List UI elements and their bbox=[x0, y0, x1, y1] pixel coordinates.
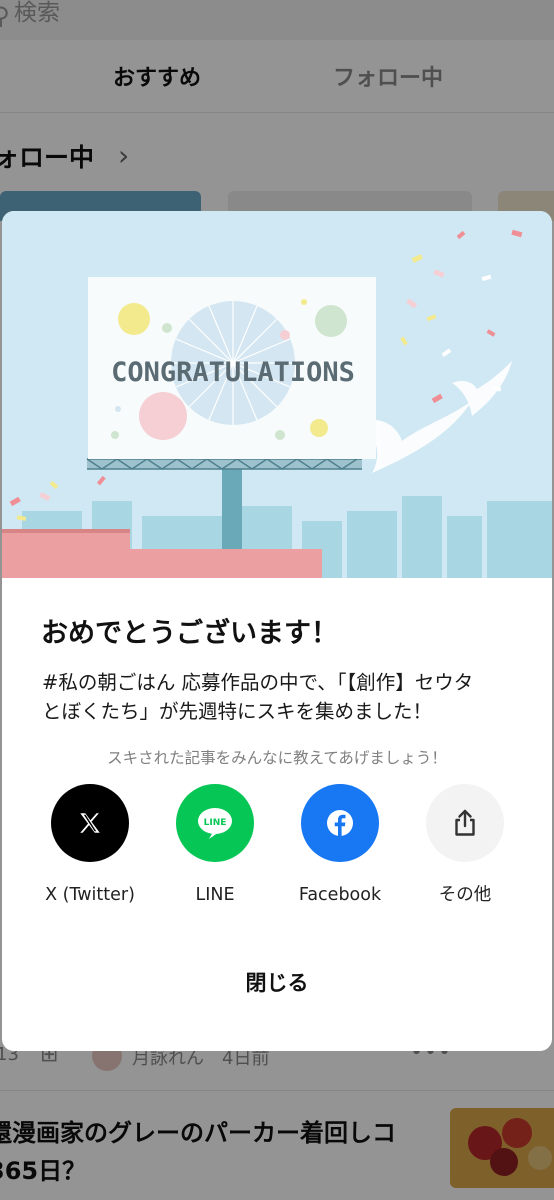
billboard-text: CONGRATULATIONS bbox=[111, 357, 355, 388]
share-icon bbox=[455, 809, 475, 836]
line-logo-icon: LINE bbox=[198, 808, 232, 839]
close-button[interactable]: 閉じる bbox=[177, 961, 377, 1005]
congratulations-modal: CONGRATULATIONS おめでとうございます！ #私の朝ごはん 応募作品… bbox=[2, 211, 552, 1051]
share-facebook-label: Facebook bbox=[298, 885, 382, 905]
modal-message-line: とぼくたち」が先週特にスキを集めました！ bbox=[42, 700, 433, 723]
share-x-button[interactable] bbox=[51, 784, 129, 862]
facebook-logo-icon bbox=[327, 810, 353, 836]
modal-title: おめでとうございます！ bbox=[41, 618, 338, 649]
billboard-illustration: CONGRATULATIONS bbox=[2, 229, 552, 578]
modal-message-line: #私の朝ごはん 応募作品の中で、「【創作】セウタ bbox=[42, 671, 474, 694]
line-logo-text: LINE bbox=[204, 818, 227, 828]
share-facebook-button[interactable] bbox=[301, 784, 379, 862]
x-logo-icon bbox=[80, 813, 100, 833]
congratulations-illustration: CONGRATULATIONS bbox=[2, 211, 552, 578]
share-other-button[interactable] bbox=[426, 784, 504, 862]
share-other-label: その他 bbox=[438, 885, 492, 905]
modal-message: #私の朝ごはん 応募作品の中で、「【創作】セウタ とぼくたち」が先週特にスキを集… bbox=[42, 668, 522, 726]
share-prompt: スキされた記事をみんなに教えてあげましょう！ bbox=[107, 749, 447, 767]
share-x-label: X (Twitter) bbox=[45, 885, 135, 905]
share-line-label: LINE bbox=[195, 885, 235, 905]
share-line-button[interactable]: LINE bbox=[176, 784, 254, 862]
